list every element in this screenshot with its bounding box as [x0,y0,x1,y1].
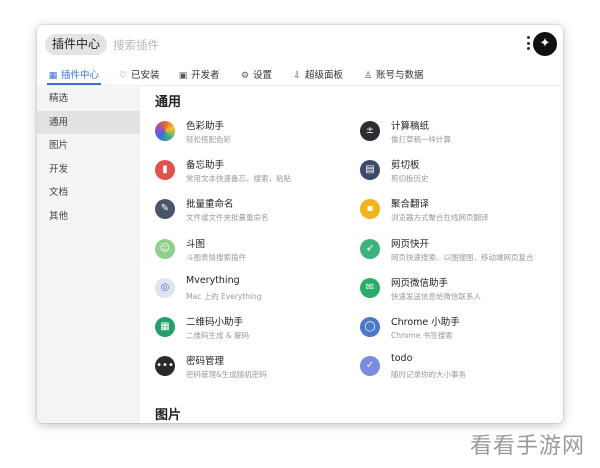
section-title: 图片 [155,408,182,423]
plugin-name: 备忘助手 [186,160,225,172]
tab-5[interactable]: ⇩ 超级面板 [291,67,343,85]
plugin-list: 通用 ● 色彩助手轻松搭配色彩 ± 计算稿纸像打草稿一样计算 ▮ 备忘助手常用文本快速备忘，… [140,87,563,423]
chrome-icon: ◯ [360,317,380,337]
plugin-description: 剪切板历史 [391,174,429,184]
plugin-item[interactable]: ● 色彩助手轻松搭配色彩 [155,116,355,148]
plugin-description: 网页快速搜索、以图搜图、移动端网页复合 [391,252,534,262]
calculator-icon: ± [360,121,380,141]
qrcode-icon: ▦ [155,317,175,337]
plugin-description: Mac 上的 Everything [186,291,262,301]
plugin-item[interactable]: ☺ 斗图斗图表情搜索插件 [155,234,355,266]
vertical-ellipsis-icon[interactable] [525,36,531,56]
plugin-description: 密码管理&生成随机密码 [186,370,267,380]
app-window: 插件中心 ✦ ▦插件中心♡已安装▣开发者⚙设置⇩超级面板♙账号与数据 精选通用图… [37,25,563,423]
rocket-icon: ➶ [360,238,380,259]
plugin-center-pill[interactable]: 插件中心 [45,34,108,55]
wechat-icon: ✉ [360,277,380,298]
plugin-item[interactable]: ◯ Chrome 小助手 Chrome 书签搜索 [360,312,560,344]
plugin-item[interactable]: ▪ 聚合翻译浏览器方式聚合在线网页翻译 [360,194,560,226]
tab-bar: ▦ 插件中心 ♡ 已安装 ▣ 开发者 ⚙ 设置 ⇩ 超级面板 ♙ 账号与数据 [37,63,563,86]
plugin-description: 像打草稿一样计算 [391,135,451,144]
top-bar: 插件中心 ✦ [37,25,563,65]
plugin-item[interactable]: ✉ 网页微信助手快速发送信息给微信联系人 [360,273,560,305]
sidebar-item-2[interactable]: 通用 [37,110,140,135]
tab-4[interactable]: ⚙ 设置 [239,67,272,85]
plugin-name: Chrome 小助手 [391,317,460,328]
plugin-name: 聚合翻译 [391,199,430,211]
magnifier-icon: ◎ [155,277,175,298]
plugin-item[interactable]: ± 计算稿纸像打草稿一样计算 [360,116,560,148]
search-input[interactable] [113,34,413,55]
plugin-item[interactable]: ▮ 备忘助手常用文本快速备忘，搜索，粘贴 [155,155,355,187]
panel-icon: ⇩ [293,71,301,81]
plugin-item[interactable]: ◎ Mverything Mac 上的 Everything [155,273,355,305]
plugin-name: 网页微信助手 [391,277,449,289]
tab-label: 设置 [253,70,273,81]
tab-label: 插件中心 [61,70,100,81]
tab-label: 已安装 [131,70,160,81]
plugin-name: 密码管理 [186,356,225,368]
plugin-description: 随时记录你的大小事务 [391,370,466,380]
translate-icon: ▪ [360,199,380,220]
sidebar-item-5[interactable]: 文档 [37,181,140,205]
app-logo-icon[interactable]: ✦ [533,32,557,56]
tab-label: 超级面板 [305,70,344,81]
meme-icon: ☺ [155,238,175,259]
watermark: 看看手游网 [470,434,586,459]
password-icon: ••• [155,356,175,377]
plugin-name: todo [391,353,413,365]
plugin-name: 网页快开 [391,238,430,250]
tab-label: 开发者 [191,70,220,81]
sidebar-item-6[interactable]: 其他 [37,205,140,229]
plugin-item[interactable]: ••• 密码管理密码管理&生成随机密码 [155,351,355,383]
clipboard-icon: ▤ [360,160,380,181]
heart-icon: ♡ [118,71,128,81]
plugin-description: Chrome 书签搜索 [391,331,453,340]
plugin-name: 色彩助手 [186,121,225,132]
plugin-item[interactable]: ✓ todo 随时记录你的大小事务 [360,351,560,383]
section-title: 通用 [155,95,182,110]
plugin-name: Mverything [186,274,240,286]
tab-label: 账号与数据 [376,70,424,81]
plugin-item[interactable]: ▤ 剪切板剪切板历史 [360,155,560,187]
plugin-name: 斗图 [186,238,206,250]
plugin-description: 斗图表情搜索插件 [186,252,246,262]
code-icon: ▣ [178,71,188,81]
plugin-name: 计算稿纸 [391,121,430,132]
sidebar-item-1[interactable]: 精选 [37,87,140,111]
color-wheel-icon: ● [155,121,175,141]
sidebar-item-3[interactable]: 图片 [37,134,140,158]
plugin-item[interactable]: ▦ 二维码小助手 二维码生成 & 解码 [155,312,355,344]
tab-6[interactable]: ♙ 账号与数据 [362,67,424,85]
plugin-name: 二维码小助手 [186,317,244,328]
plugin-description: 浏览器方式聚合在线网页翻译 [391,213,489,223]
grid-icon: ▦ [48,71,58,81]
plugin-description: 轻松搭配色彩 [186,135,231,144]
todo-check-icon: ✓ [360,356,380,377]
plugin-item[interactable]: ✎ 批量重命名文件或文件夹批量重命名 [155,194,355,226]
tab-2[interactable]: ♡ 已安装 [117,67,160,85]
plugin-name: 剪切板 [391,160,420,172]
memo-icon: ▮ [155,160,175,181]
plugin-description: 文件或文件夹批量重命名 [186,213,269,223]
tab-1[interactable]: ▦ 插件中心 [47,67,102,85]
sidebar-item-4[interactable]: 开发 [37,158,140,182]
plugin-description: 二维码生成 & 解码 [186,331,250,340]
plugin-name: 批量重命名 [186,199,234,211]
plugin-description: 快速发送信息给微信联系人 [391,291,481,301]
gear-icon: ⚙ [240,71,250,81]
plugin-item[interactable]: ➶ 网页快开网页快速搜索、以图搜图、移动端网页复合 [360,234,560,266]
rename-icon: ✎ [155,199,175,220]
category-sidebar: 精选 通用 图片 开发 文档 其他 [37,87,140,423]
tab-3[interactable]: ▣ 开发者 [177,67,220,85]
plugin-description: 常用文本快速备忘，搜索，粘贴 [186,174,291,184]
user-icon: ♙ [363,71,373,81]
